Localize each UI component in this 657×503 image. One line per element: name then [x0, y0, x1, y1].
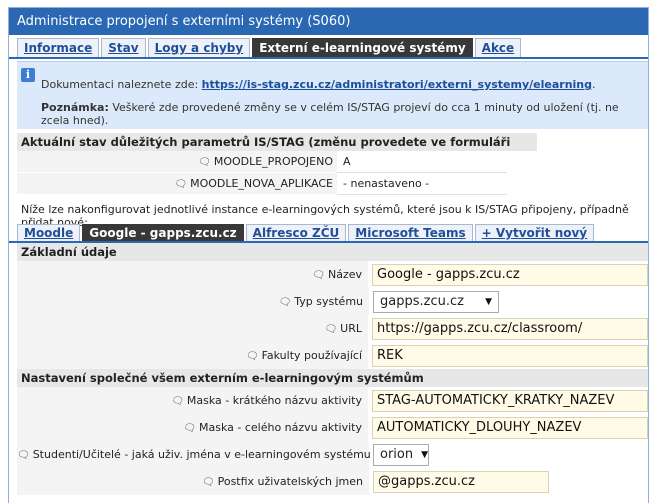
admin-window: Administrace propojení s externími systé…: [8, 7, 649, 503]
status-header: Aktuální stav důležitých parametrů IS/ST…: [17, 133, 537, 167]
status-label-text: MOODLE_PROPOJENO: [213, 155, 333, 168]
system-tabs: Moodle Google - gapps.zcu.cz Alfresco ZČ…: [9, 221, 648, 243]
tab-create-new[interactable]: + Vytvořit nový: [474, 224, 595, 241]
field-row-postfix: 🗨 Postfix uživatelských jmen @gapps.zcu.c…: [17, 468, 648, 495]
tab-moodle[interactable]: Moodle: [17, 224, 81, 241]
info-box: i Dokumentaci naleznete zde: https://is-…: [17, 61, 648, 129]
comment-icon: 🗨: [183, 423, 196, 434]
field-label: URL: [340, 322, 362, 335]
field-label: Typ systému: [294, 295, 363, 308]
field-row-nazev: 🗨 Název Google - gapps.zcu.cz: [17, 261, 648, 288]
field-row-jmena: 🗨 Studenti/Učitelé - jaká uživ. jména v e…: [17, 441, 648, 468]
common-section-header: Nastavení společné všem externím e-learn…: [17, 369, 648, 387]
tab-google[interactable]: Google - gapps.zcu.cz: [82, 224, 244, 241]
doc-line: Dokumentaci naleznete zde: https://is-st…: [41, 78, 596, 91]
field-label: Maska - celého názvu aktivity: [198, 421, 362, 434]
comment-icon: 🗨: [278, 297, 292, 308]
tab-akce[interactable]: Akce: [474, 38, 522, 57]
main-tabs: Informace Stav Logy a chyby Externí e-le…: [9, 35, 648, 59]
comment-icon: 🗨: [17, 450, 30, 461]
info-icon: i: [21, 68, 35, 82]
status-label: 🗨 MOODLE_PROPOJENO: [17, 151, 337, 173]
status-value: A: [337, 151, 507, 173]
typ-select-value: gapps.zcu.cz: [380, 293, 464, 309]
status-label: 🗨 MOODLE_NOVA_APLIKACE: [17, 173, 337, 195]
field-label: Studenti/Učitelé - jaká uživ. jména v e-…: [32, 448, 403, 461]
url-input[interactable]: https://gapps.zcu.cz/classroom/: [372, 317, 648, 340]
chevron-down-icon: ▼: [421, 449, 429, 460]
comment-icon: 🗨: [171, 396, 184, 407]
note-line: Poznámka: Veškeré zde provedené změny se…: [41, 101, 648, 127]
field-label: Název: [327, 268, 362, 281]
note-label: Poznámka:: [41, 101, 109, 114]
postfix-input[interactable]: @gapps.zcu.cz: [373, 470, 549, 493]
field-row-maska-kratky: 🗨 Maska - krátkého názvu aktivity STAG-AU…: [17, 387, 648, 414]
tab-stav[interactable]: Stav: [101, 38, 146, 57]
status-row: 🗨 MOODLE_PROPOJENO A: [17, 151, 648, 173]
comment-icon: 🗨: [324, 324, 338, 335]
intro-text: Níže lze nakonfigurovat jednotlivé insta…: [21, 203, 629, 229]
comment-icon: 🗨: [174, 179, 188, 190]
window-title: Administrace propojení s externími systé…: [9, 8, 648, 35]
maska-kratky-input[interactable]: STAG-AUTOMATICKY_KRATKY_NAZEV: [372, 389, 648, 412]
chevron-down-icon: ▼: [485, 296, 492, 307]
note-text: Veškeré zde provedené změny se v celém I…: [41, 101, 619, 127]
tab-alfresco[interactable]: Alfresco ZČU: [245, 224, 347, 241]
field-row-fakulty: 🗨 Fakulty používající REK: [17, 342, 648, 369]
basic-section-header: Základní údaje: [17, 243, 648, 261]
tab-informace[interactable]: Informace: [17, 38, 100, 57]
doc-link[interactable]: https://is-stag.zcu.cz/administratori/ex…: [202, 78, 592, 91]
typ-select[interactable]: gapps.zcu.cz ▼: [373, 290, 499, 313]
field-label: Postfix uživatelských jmen: [217, 475, 363, 488]
comment-icon: 🗨: [198, 157, 211, 168]
field-row-maska-cely: 🗨 Maska - celého názvu aktivity AUTOMATIC…: [17, 414, 648, 441]
comment-icon: 🗨: [201, 477, 215, 488]
field-label: Fakulty používající: [261, 349, 362, 362]
nazev-input[interactable]: Google - gapps.zcu.cz: [372, 263, 648, 286]
tab-externi-elearning[interactable]: Externí e-learningové systémy: [252, 38, 473, 57]
field-label: Maska - krátkého názvu aktivity: [186, 394, 362, 407]
doc-prefix: Dokumentaci naleznete zde:: [41, 78, 202, 91]
status-row: 🗨 MOODLE_NOVA_APLIKACE - nenastaveno -: [17, 173, 648, 195]
tab-teams[interactable]: Microsoft Teams: [348, 224, 473, 241]
doc-suffix: .: [592, 78, 596, 91]
fakulty-input[interactable]: REK: [372, 344, 648, 367]
field-row-url: 🗨 URL https://gapps.zcu.cz/classroom/: [17, 315, 648, 342]
maska-cely-input[interactable]: AUTOMATICKY_DLOUHY_NAZEV: [372, 416, 648, 439]
comment-icon: 🗨: [245, 351, 259, 362]
status-label-text: MOODLE_NOVA_APLIKACE: [190, 177, 333, 190]
field-row-typ: 🗨 Typ systému gapps.zcu.cz ▼: [17, 288, 648, 315]
jmena-select[interactable]: orion ▼: [373, 443, 429, 466]
comment-icon: 🗨: [312, 270, 325, 281]
status-value: - nenastaveno -: [337, 173, 507, 195]
tab-logy[interactable]: Logy a chyby: [147, 38, 251, 57]
jmena-select-value: orion: [380, 446, 414, 462]
